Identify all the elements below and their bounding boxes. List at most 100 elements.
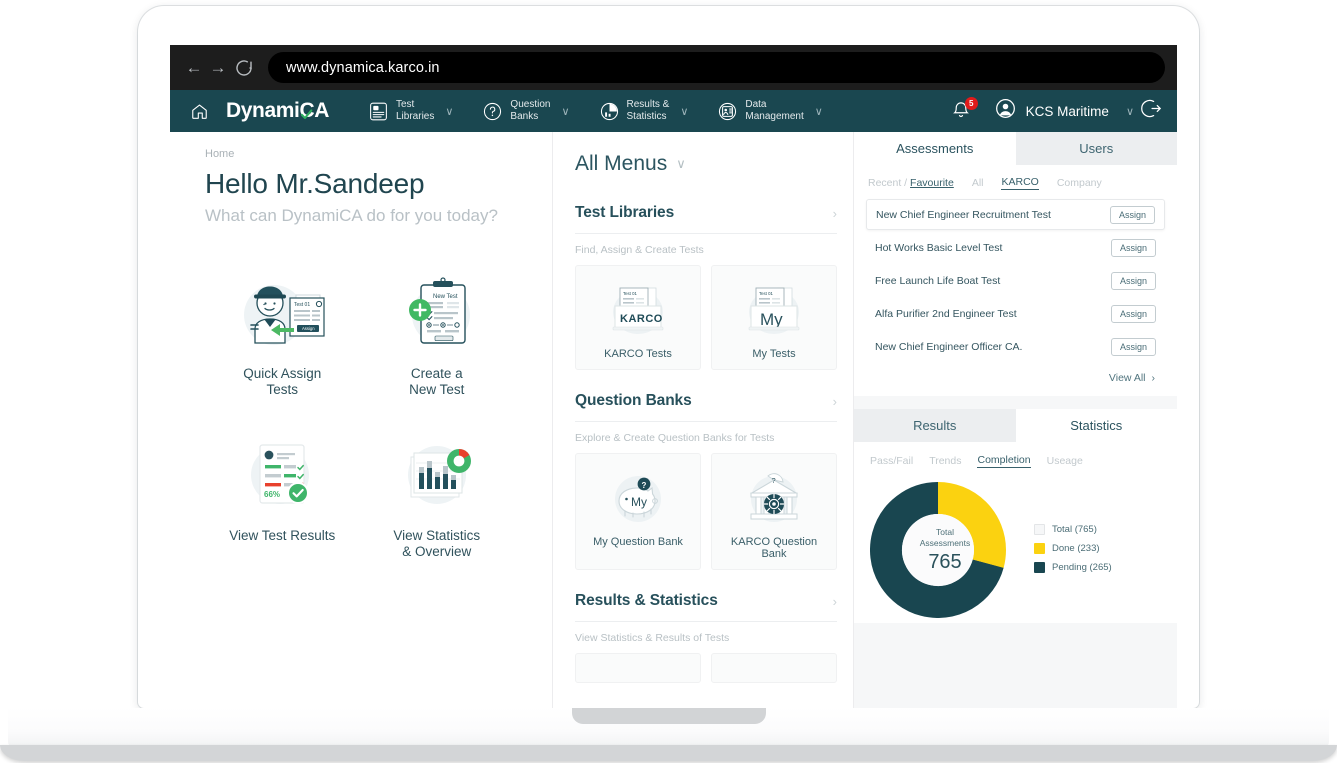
menu-card-label: KARCO Tests: [604, 348, 672, 360]
app-brand: DynamiC A: [226, 99, 329, 123]
assessment-row[interactable]: New Chief Engineer Officer CA. Assign: [866, 331, 1165, 362]
laptop-base-foot: [0, 745, 1337, 761]
menu-section-question-banks: Question Banks › Explore & Create Questi…: [575, 392, 837, 570]
nav-item-data-management[interactable]: Data Management: [708, 99, 812, 124]
subtab-pass-fail[interactable]: Pass/Fail: [870, 455, 913, 467]
donut-legend: Total (765) Done (233) Pending (265): [1034, 524, 1112, 581]
menu-card-my-question-bank[interactable]: My ? My Question Bank: [575, 453, 701, 570]
menu-card-label: KARCO Question Bank: [730, 536, 818, 560]
create-new-test-icon: New Test: [389, 270, 485, 356]
tab-statistics[interactable]: Statistics: [1015, 409, 1177, 442]
section-header[interactable]: Results & Statistics ›: [575, 592, 837, 622]
browser-reload-icon[interactable]: [232, 56, 256, 80]
chevron-down-icon[interactable]: ∨: [559, 105, 585, 118]
menu-card-my-tests[interactable]: Test 01 My My Tests: [711, 265, 837, 370]
menu-card-label: My Tests: [752, 348, 796, 360]
laptop-screen: ← → www.dynamica.karco.in DynamiC A Test…: [170, 45, 1177, 708]
tab-results[interactable]: Results: [854, 409, 1016, 442]
tile-quick-assign-tests[interactable]: Test 01 Assign Quick Assign Tests: [205, 270, 360, 398]
menu-card-karco-question-bank[interactable]: ? KARCO Question Bank: [711, 453, 837, 570]
assign-button[interactable]: Assign: [1110, 271, 1156, 290]
completion-donut-chart: Total Assessments 765 Total (765) Done (…: [854, 474, 1177, 623]
notifications-button[interactable]: 5: [950, 97, 978, 123]
filter-karco[interactable]: KARCO: [1001, 176, 1039, 190]
assessment-row[interactable]: Alfa Purifier 2nd Engineer Test Assign: [866, 298, 1165, 329]
assign-button[interactable]: Assign: [1110, 238, 1156, 257]
menu-card-results[interactable]: [575, 653, 701, 683]
chevron-down-icon[interactable]: ∨: [813, 105, 839, 118]
app-brand-text: DynamiC A: [226, 99, 329, 122]
quick-assign-tests-icon: Test 01 Assign: [234, 270, 330, 356]
page-title: Hello Mr.Sandeep: [205, 168, 425, 199]
legend-item-pending: Pending (265): [1034, 562, 1112, 573]
assessments-filters: Recent / Favourite All KARCO Company: [854, 165, 1177, 199]
all-menus-header[interactable]: All Menus ∨: [575, 152, 837, 176]
statistics-panel: Results Statistics Pass/Fail Trends Comp…: [854, 409, 1177, 623]
subtab-completion[interactable]: Completion: [977, 454, 1031, 468]
menu-card-karco-tests[interactable]: Test 01 KARCO KARCO Tests: [575, 265, 701, 370]
assessments-panel: Assessments Users Recent / Favourite All…: [854, 132, 1177, 396]
chevron-right-icon[interactable]: ›: [833, 206, 837, 221]
chevron-down-icon[interactable]: ∨: [678, 105, 704, 118]
svg-text:My: My: [631, 495, 647, 509]
assessment-row[interactable]: Free Launch Life Boat Test Assign: [866, 265, 1165, 296]
tile-view-test-results[interactable]: 66% View Test Results: [205, 432, 360, 560]
view-all-link[interactable]: View All ›: [854, 364, 1177, 396]
section-header[interactable]: Question Banks ›: [575, 392, 837, 422]
assessment-name: Free Launch Life Boat Test: [875, 274, 1001, 287]
nav-item-label: Test Libraries: [396, 98, 435, 123]
assign-button[interactable]: Assign: [1110, 337, 1156, 356]
all-menus-column: All Menus ∨ Test Libraries › Find, Assig…: [553, 132, 854, 708]
chevron-down-icon[interactable]: ∨: [1118, 105, 1134, 118]
view-all-label: View All: [1108, 372, 1146, 384]
all-menus-label: All Menus: [575, 152, 668, 175]
section-cards: My ? My Question Bank ? KARCO Question B…: [575, 453, 837, 570]
tab-assessments[interactable]: Assessments: [854, 132, 1016, 165]
subtab-trends[interactable]: Trends: [929, 455, 961, 467]
nav-item-results-statistics[interactable]: Results & Statistics: [590, 99, 679, 124]
browser-forward-icon[interactable]: →: [206, 59, 230, 76]
svg-text:Test 01: Test 01: [623, 291, 637, 296]
user-menu[interactable]: KCS Maritime ∨: [994, 97, 1134, 125]
nav-item-test-libraries[interactable]: Test Libraries: [359, 99, 443, 124]
browser-back-icon[interactable]: ←: [182, 59, 206, 76]
quick-action-tiles: Test 01 Assign Quick Assign Tests New Te…: [205, 270, 534, 560]
filter-all[interactable]: All: [972, 177, 984, 189]
legend-swatch: [1034, 543, 1045, 554]
svg-text:KARCO: KARCO: [620, 313, 663, 325]
page-subtitle: What can DynamiCA do for you today?: [205, 206, 498, 225]
assign-button[interactable]: Assign: [1110, 304, 1156, 323]
filter-recent-favourite[interactable]: Recent / Favourite: [868, 177, 954, 189]
browser-url-bar[interactable]: www.dynamica.karco.in: [268, 52, 1165, 83]
svg-text:66%: 66%: [264, 490, 280, 499]
legend-swatch: [1034, 524, 1045, 535]
breadcrumb[interactable]: Home: [205, 148, 534, 160]
logout-icon[interactable]: [1140, 97, 1163, 125]
menu-section-test-libraries: Test Libraries › Find, Assign & Create T…: [575, 204, 837, 370]
tile-view-statistics[interactable]: View Statistics & Overview: [360, 432, 515, 560]
nav-group-question-banks: Question Banks ∨: [473, 99, 585, 124]
my-question-bank-icon: My ?: [602, 466, 674, 528]
chevron-down-icon[interactable]: ∨: [676, 156, 686, 172]
tile-create-new-test[interactable]: New Test Create a New Test: [360, 270, 515, 398]
assessment-row[interactable]: Hot Works Basic Level Test Assign: [866, 232, 1165, 263]
section-title: Test Libraries: [575, 204, 675, 221]
home-icon[interactable]: [184, 102, 214, 121]
chevron-right-icon[interactable]: ›: [833, 594, 837, 609]
filter-company[interactable]: Company: [1057, 177, 1102, 189]
section-header[interactable]: Test Libraries ›: [575, 204, 837, 234]
results-statistics-icon: [599, 101, 620, 122]
browser-url-text: www.dynamica.karco.in: [286, 59, 440, 76]
assessment-row[interactable]: New Chief Engineer Recruitment Test Assi…: [866, 199, 1165, 230]
chevron-down-icon[interactable]: ∨: [443, 105, 469, 118]
filter-favourite-label[interactable]: Favourite: [910, 177, 954, 189]
nav-item-question-banks[interactable]: Question Banks: [473, 99, 559, 124]
subtab-useage[interactable]: Useage: [1047, 455, 1083, 467]
assign-button[interactable]: Assign: [1109, 205, 1155, 224]
menu-card-statistics[interactable]: [711, 653, 837, 683]
svg-text:Test 01: Test 01: [759, 291, 773, 296]
chevron-right-icon[interactable]: ›: [833, 394, 837, 409]
section-cards: [575, 653, 837, 683]
chevron-right-icon: ›: [1151, 372, 1156, 384]
tab-users[interactable]: Users: [1015, 132, 1177, 165]
